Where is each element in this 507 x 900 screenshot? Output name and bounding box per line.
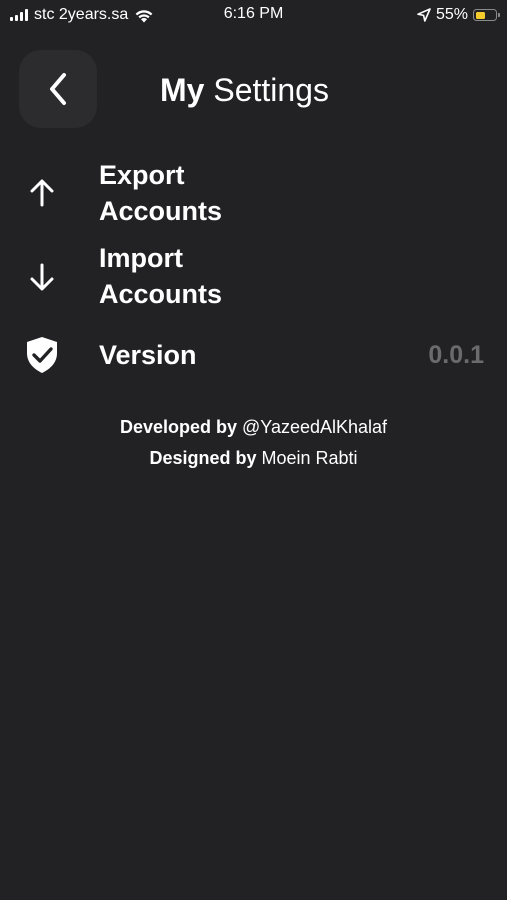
import-label-line1: Import (99, 243, 183, 273)
import-accounts-row[interactable]: Import Accounts (0, 240, 507, 312)
designed-by-label: Designed by (149, 448, 257, 468)
arrow-down-icon (24, 259, 60, 295)
import-label-line2: Accounts (99, 279, 223, 309)
battery-percent: 55% (435, 6, 468, 23)
back-button[interactable] (19, 50, 97, 128)
battery-icon (473, 9, 500, 21)
developer-handle[interactable]: @YazeedAlKhalaf (242, 417, 387, 437)
export-label-line1: Export (99, 160, 185, 190)
arrow-up-icon (24, 175, 60, 211)
settings-screen: stc 2years.sa 6:16 PM 55% My Settings Ex… (0, 0, 507, 900)
designer-name[interactable]: Moein Rabti (262, 448, 358, 468)
location-arrow-icon (417, 8, 431, 22)
chevron-left-icon (50, 73, 66, 105)
battery-cap (498, 13, 500, 17)
export-accounts-label: Export Accounts (99, 157, 319, 229)
credits: Developed by @YazeedAlKhalaf Designed by… (0, 412, 507, 474)
page-title-regular: Settings (213, 72, 329, 108)
shield-check-icon (24, 337, 60, 373)
version-row: Version 0.0.1 (0, 337, 507, 377)
version-label: Version (99, 340, 197, 370)
designed-by-line: Designed by Moein Rabti (0, 443, 507, 474)
version-value: 0.0.1 (428, 341, 484, 369)
status-bar-right: 55% (417, 5, 500, 25)
import-accounts-label: Import Accounts (99, 240, 319, 312)
status-bar: stc 2years.sa 6:16 PM 55% (0, 0, 507, 30)
export-accounts-row[interactable]: Export Accounts (0, 157, 507, 229)
export-label-line2: Accounts (99, 196, 223, 226)
page-title-bold: My (160, 72, 205, 108)
page-title: My Settings (160, 70, 329, 110)
developed-by-label: Developed by (119, 417, 237, 437)
battery-fill (475, 11, 486, 19)
developed-by-line: Developed by @YazeedAlKhalaf (0, 412, 507, 443)
